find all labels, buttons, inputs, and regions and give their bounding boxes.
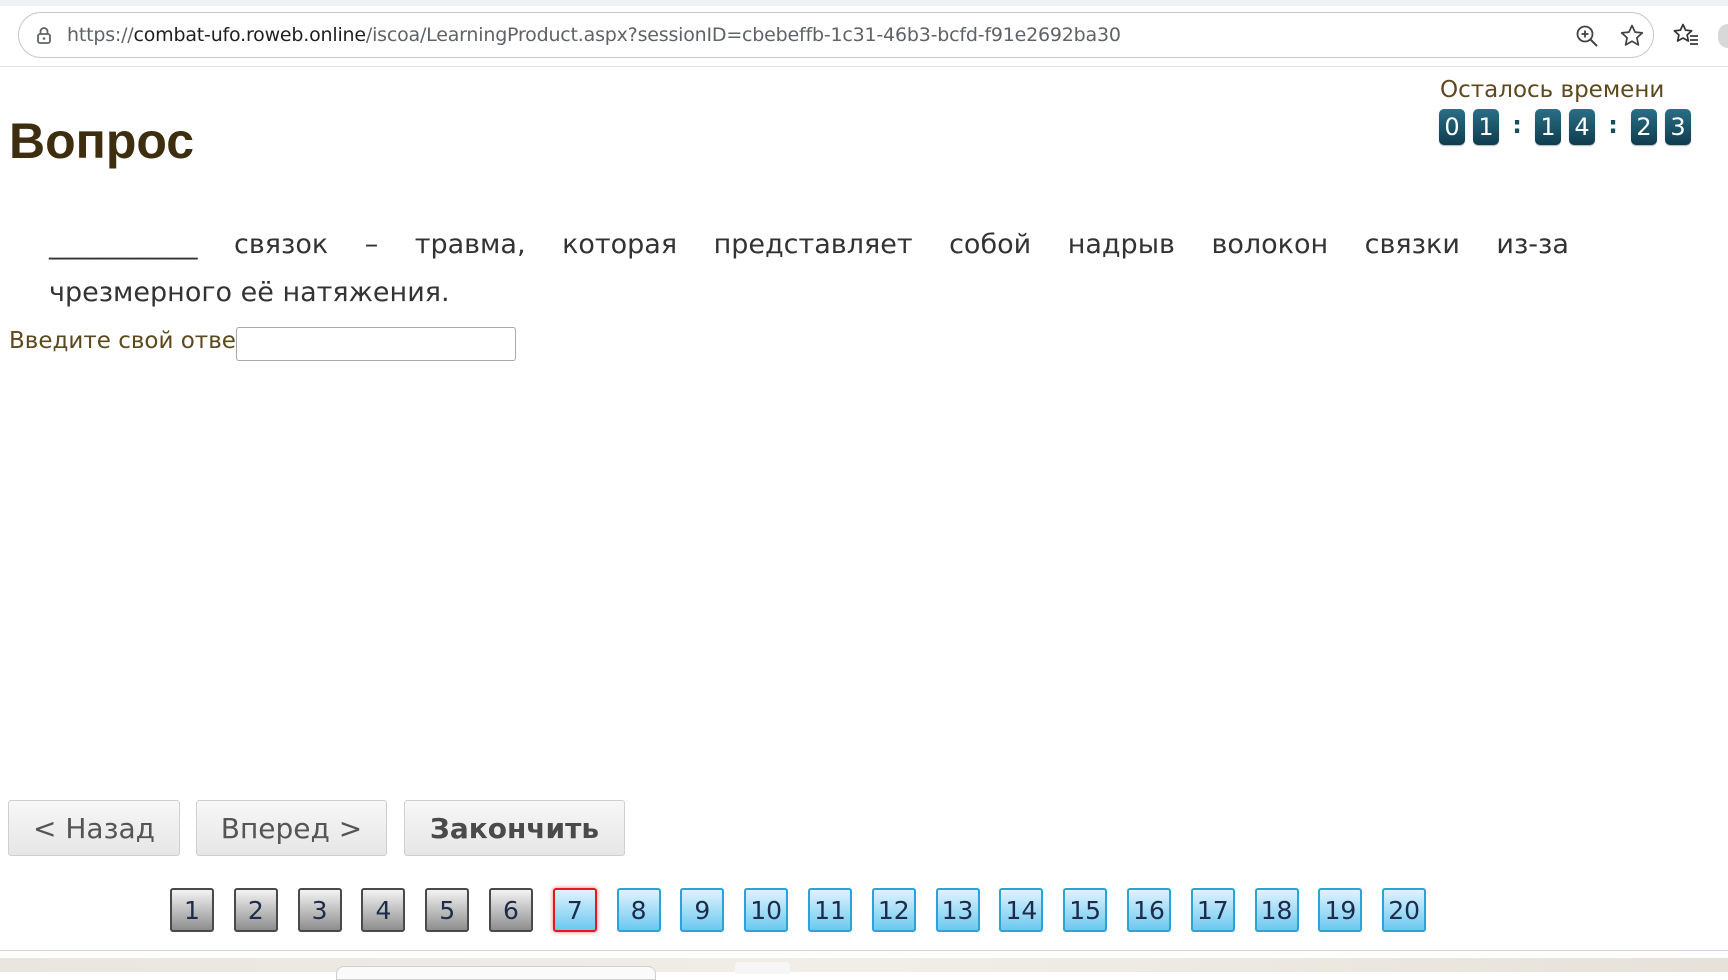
- question-word: из-за: [1496, 229, 1569, 260]
- question-word: волокон: [1211, 229, 1329, 260]
- taskbar: [0, 958, 1728, 972]
- timer-label: Осталось времени: [1440, 77, 1665, 103]
- question-word: представляет: [713, 229, 913, 260]
- timer-digit: 0: [1439, 109, 1465, 145]
- timer-separator: :: [1512, 111, 1522, 139]
- pager-item[interactable]: 8: [616, 888, 661, 932]
- url-text[interactable]: https://combat-ufo.roweb.online/iscoa/Le…: [67, 24, 1121, 46]
- back-button[interactable]: < Назад: [8, 800, 180, 856]
- question-word: –: [364, 229, 379, 260]
- taskbar-search[interactable]: [336, 966, 656, 980]
- timer-digit: 1: [1473, 109, 1499, 145]
- timer-digit: 1: [1535, 109, 1561, 145]
- tab-strip: [0, 0, 1728, 6]
- question-text: ___________ связок – травма, которая пре…: [49, 221, 1569, 317]
- page-bottom-divider: [0, 950, 1728, 951]
- question-word: собой: [949, 229, 1032, 260]
- pager-item[interactable]: 9: [680, 888, 725, 932]
- answer-input[interactable]: [236, 327, 516, 361]
- url-path: /iscoa/LearningProduct.aspx?sessionID=cb…: [365, 24, 1121, 46]
- browser-toolbar: https://combat-ufo.roweb.online/iscoa/Le…: [0, 0, 1728, 67]
- profile-avatar[interactable]: [1718, 24, 1728, 48]
- question-pager: 1 2 3 4 5 6 7 8 9 10 11 12 13 14 15 16 1…: [170, 888, 1446, 938]
- timer-separator: :: [1608, 111, 1618, 139]
- finish-button[interactable]: Закончить: [404, 800, 625, 856]
- pager-item[interactable]: 20: [1382, 888, 1427, 932]
- pager-item[interactable]: 14: [999, 888, 1044, 932]
- pager-item[interactable]: 16: [1126, 888, 1171, 932]
- pager-item[interactable]: 19: [1318, 888, 1363, 932]
- pager-item-current[interactable]: 7: [552, 888, 597, 932]
- pager-item[interactable]: 3: [297, 888, 342, 932]
- question-word: травма,: [414, 229, 526, 260]
- question-line-1: ___________ связок – травма, которая пре…: [49, 221, 1569, 269]
- url-host: combat-ufo.roweb.online: [133, 24, 367, 46]
- question-line-2: чрезмерного её натяжения.: [49, 277, 450, 308]
- pager-item[interactable]: 17: [1190, 888, 1235, 932]
- lock-icon[interactable]: [33, 24, 55, 46]
- favorites-icon[interactable]: [1672, 22, 1700, 48]
- answer-label: Введите свой ответ: [9, 328, 250, 354]
- star-icon[interactable]: [1619, 23, 1645, 49]
- pager-item[interactable]: 6: [488, 888, 533, 932]
- taskbar-app[interactable]: [735, 962, 790, 974]
- question-word: связок: [234, 229, 329, 260]
- timer-digit: 4: [1569, 109, 1595, 145]
- page-title: Вопрос: [9, 113, 195, 169]
- pager-item[interactable]: 4: [361, 888, 406, 932]
- question-word: ___________: [49, 229, 198, 260]
- pager-item[interactable]: 1: [170, 888, 214, 932]
- address-bar[interactable]: https://combat-ufo.roweb.online/iscoa/Le…: [18, 12, 1654, 58]
- pager-item[interactable]: 10: [744, 888, 789, 932]
- pager-item[interactable]: 18: [1254, 888, 1299, 932]
- timer-digit: 2: [1631, 109, 1657, 145]
- question-word: которая: [562, 229, 678, 260]
- pager-item[interactable]: 15: [1063, 888, 1108, 932]
- pager-item[interactable]: 5: [425, 888, 470, 932]
- pager-item[interactable]: 11: [807, 888, 852, 932]
- question-word: связки: [1364, 229, 1460, 260]
- zoom-icon[interactable]: [1574, 23, 1600, 49]
- pager-item[interactable]: 12: [871, 888, 916, 932]
- pager-item[interactable]: 13: [935, 888, 980, 932]
- countdown-timer: 0 1 : 1 4 : 2 3: [1439, 108, 1699, 146]
- url-prefix: https://: [67, 24, 134, 46]
- question-word: надрыв: [1067, 229, 1175, 260]
- timer-digit: 3: [1665, 109, 1691, 145]
- pager-item[interactable]: 2: [233, 888, 278, 932]
- next-button[interactable]: Вперед >: [196, 800, 387, 856]
